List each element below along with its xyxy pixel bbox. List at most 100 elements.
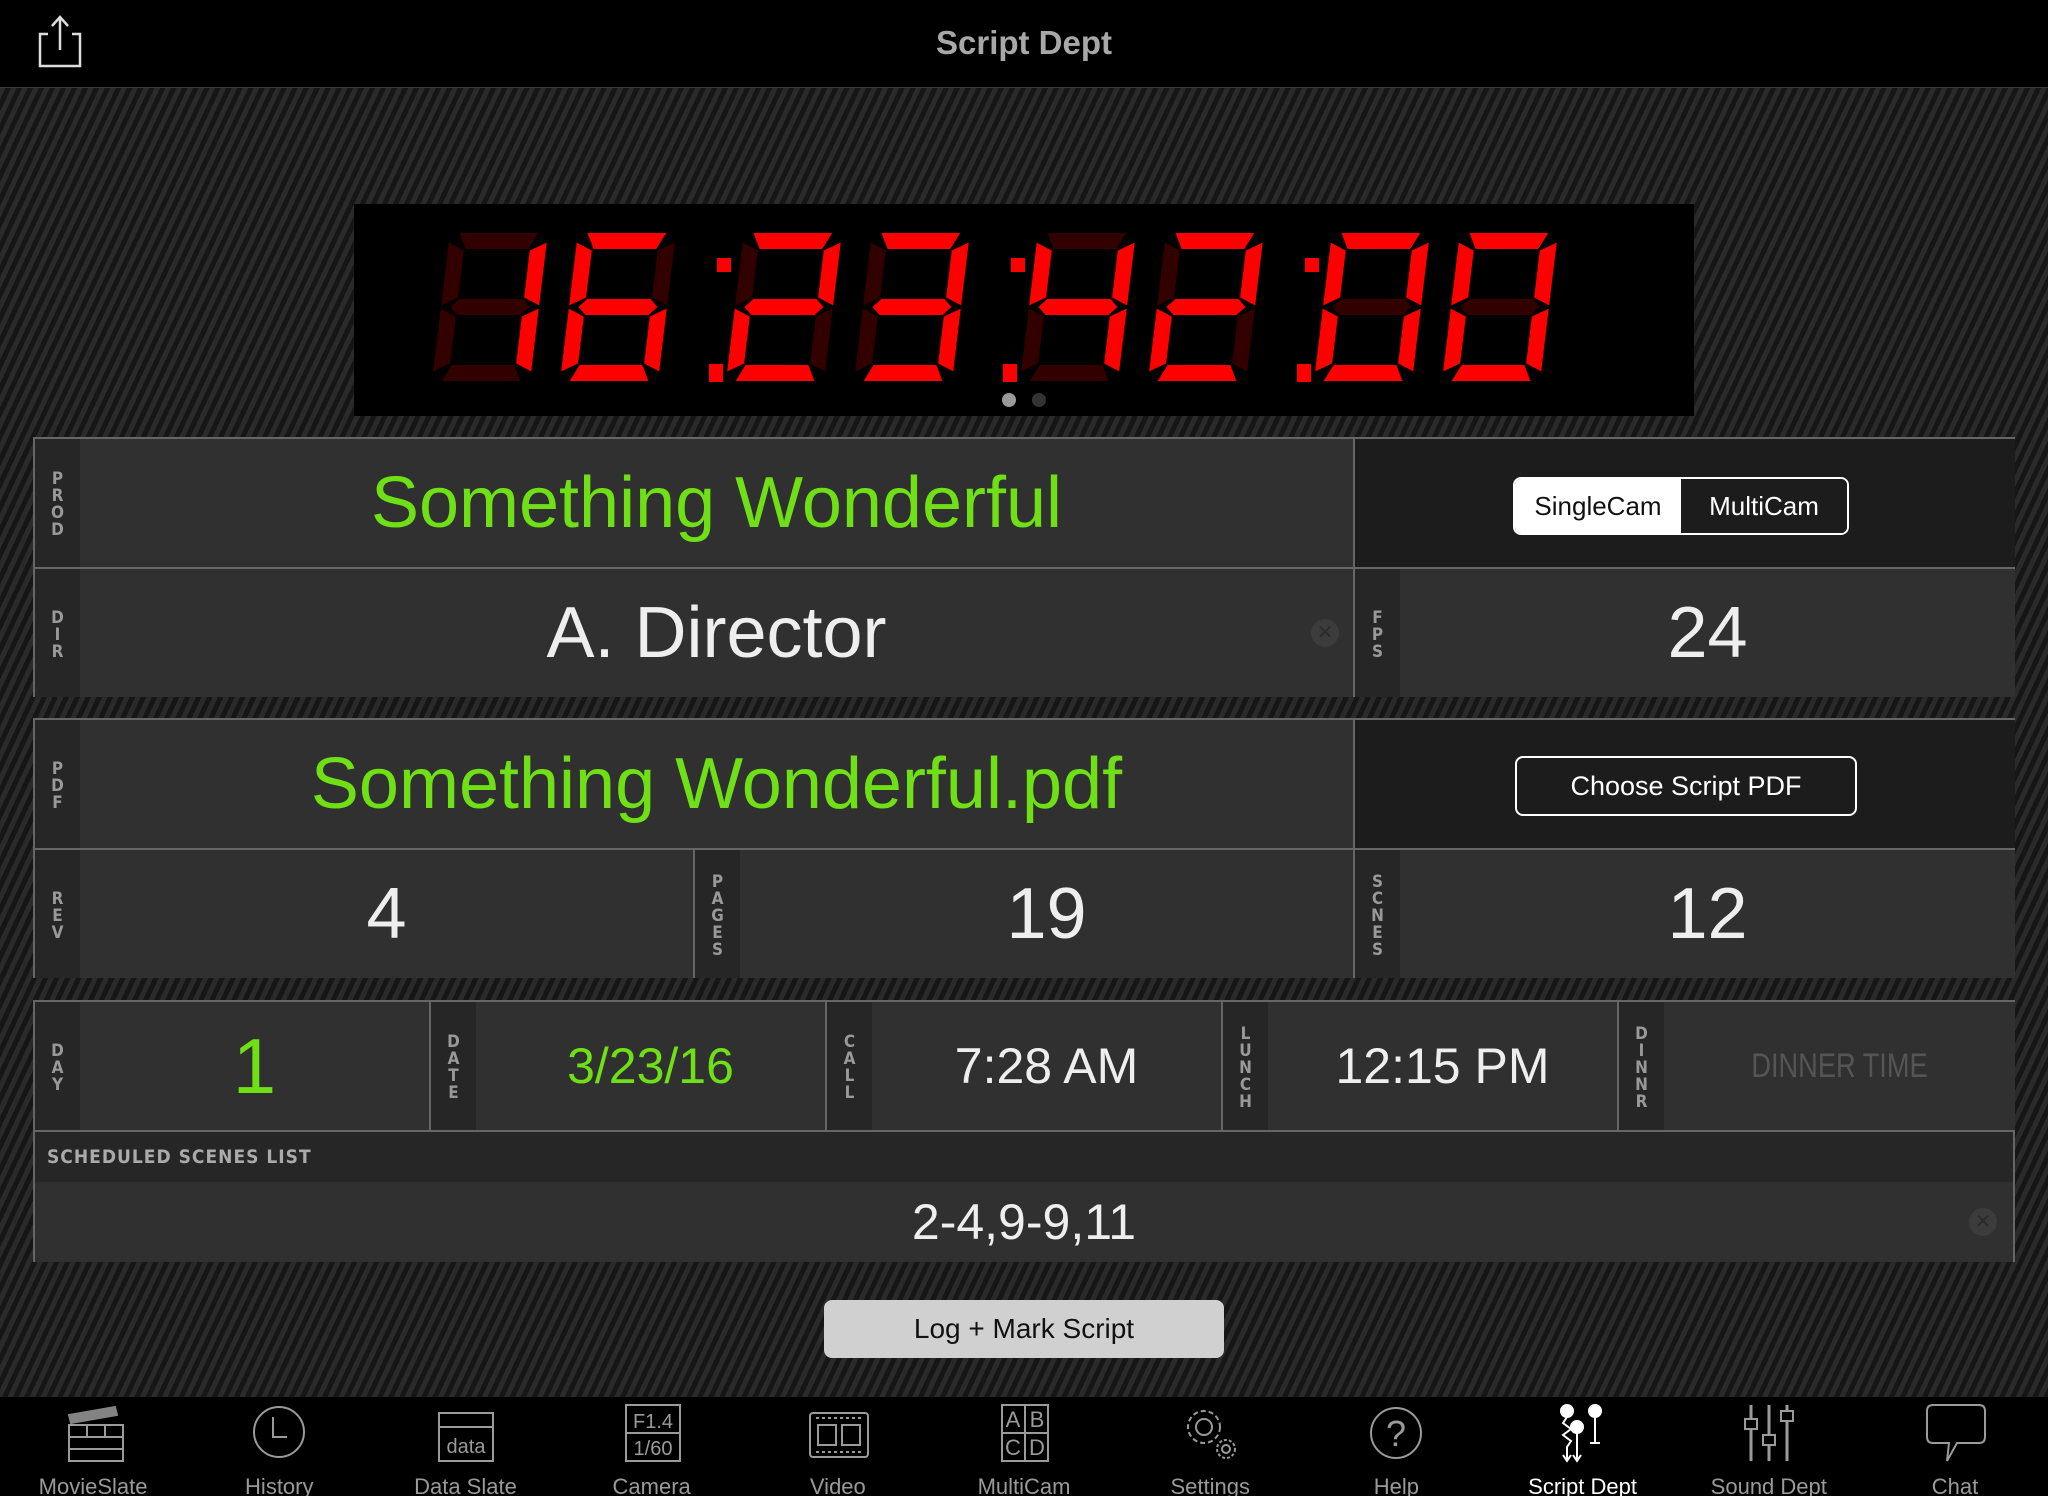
- day-field[interactable]: DAY 1: [35, 1002, 431, 1132]
- segment-d: [1320, 363, 1406, 383]
- tab-label: History: [245, 1474, 314, 1496]
- segment-g: [869, 297, 955, 317]
- segment-d: [1448, 363, 1534, 383]
- svg-text:data: data: [447, 1436, 487, 1458]
- fps-value[interactable]: 24: [1400, 569, 2015, 697]
- call-field[interactable]: CALL 7:28 AM: [827, 1002, 1223, 1132]
- clear-icon[interactable]: ✕: [1311, 619, 1339, 647]
- svg-text:A: A: [1006, 1407, 1021, 1432]
- clapperboard-icon: [67, 1405, 125, 1462]
- pages-label: PAGES: [695, 850, 740, 978]
- segment-d: [1026, 363, 1112, 383]
- scheduled-scenes-input[interactable]: 2-4,9-9,11: [35, 1182, 2013, 1262]
- timecode-display[interactable]: [354, 204, 1694, 416]
- page-dot[interactable]: [1002, 393, 1016, 407]
- date-label: DATE: [431, 1002, 476, 1130]
- dir-field[interactable]: DIR A. Director ✕: [35, 569, 1355, 697]
- pdf-field: PDF Something Wonderful.pdf: [35, 720, 1355, 850]
- segment-d: [860, 363, 946, 383]
- tab-label: MultiCam: [977, 1474, 1071, 1496]
- tab-history[interactable]: History: [186, 1397, 372, 1496]
- segment-g: [1329, 297, 1415, 317]
- script-block: PDF Something Wonderful.pdf Choose Scrip…: [33, 718, 2015, 978]
- segment-a: [750, 231, 836, 251]
- clear-icon[interactable]: ✕: [1969, 1208, 1997, 1236]
- tab-settings[interactable]: Settings: [1117, 1397, 1303, 1496]
- svg-text:F1.4: F1.4: [633, 1411, 673, 1433]
- segment-d: [438, 363, 524, 383]
- prod-value[interactable]: Something Wonderful: [80, 439, 1353, 567]
- scenes-value[interactable]: 12: [1400, 850, 2015, 978]
- tab-sound-dept[interactable]: Sound Dept: [1676, 1397, 1862, 1496]
- svg-text:1/60: 1/60: [633, 1438, 672, 1460]
- tab-movieslate[interactable]: MovieSlate: [0, 1397, 186, 1496]
- segment-a: [1338, 231, 1424, 251]
- pages-value[interactable]: 19: [740, 850, 1353, 978]
- scheduled-scenes-label: SCHEDULED SCENES LIST: [35, 1132, 2013, 1182]
- timecode-digits: [430, 231, 1560, 383]
- page-dot[interactable]: [1032, 393, 1046, 407]
- timecode-digit: [852, 231, 972, 383]
- segment-g: [575, 297, 661, 317]
- log-mark-script-button[interactable]: Log + Mark Script: [824, 1300, 1224, 1358]
- tab-chat[interactable]: Chat: [1862, 1397, 2048, 1496]
- singlecam-segment[interactable]: SingleCam: [1515, 479, 1681, 533]
- timecode-digit: [558, 231, 678, 383]
- rev-field[interactable]: REV 4: [35, 850, 695, 978]
- tab-video[interactable]: Video: [745, 1397, 931, 1496]
- timecode-digit: [1440, 231, 1560, 383]
- colon-dot: [1003, 364, 1017, 382]
- tab-help[interactable]: ? Help: [1303, 1397, 1489, 1496]
- camera-mode-cell: SingleCam MultiCam: [1355, 439, 2015, 569]
- lunch-label: LUNCH: [1223, 1002, 1268, 1130]
- prod-field[interactable]: PROD Something Wonderful: [35, 439, 1355, 569]
- dinner-field[interactable]: DINNR DINNER TIME: [1619, 1002, 2015, 1132]
- gears-icon: [1187, 1410, 1237, 1459]
- tab-camera[interactable]: F1.4 1/60 Camera: [559, 1397, 745, 1496]
- segment-a: [456, 231, 542, 251]
- segment-g: [447, 297, 533, 317]
- schedule-block: DAY 1 DATE 3/23/16 CALL 7:28 AM LUNCH 12…: [33, 1000, 2015, 1262]
- timecode-digit: [1312, 231, 1432, 383]
- call-value[interactable]: 7:28 AM: [872, 1002, 1221, 1130]
- segment-a: [1044, 231, 1130, 251]
- clock-icon: [253, 1406, 306, 1458]
- colon-dot: [717, 258, 731, 272]
- lunch-field[interactable]: LUNCH 12:15 PM: [1223, 1002, 1619, 1132]
- multicam-grid-icon: A BC D: [1001, 1404, 1050, 1462]
- tab-script-dept[interactable]: Script Dept: [1490, 1397, 1676, 1496]
- dinner-label: DINNR: [1619, 1002, 1664, 1130]
- camera-settings-icon: F1.4 1/60: [624, 1404, 681, 1462]
- date-field[interactable]: DATE 3/23/16: [431, 1002, 827, 1132]
- film-icon: [808, 1412, 869, 1458]
- rev-value[interactable]: 4: [80, 850, 693, 978]
- camera-mode-segmented[interactable]: SingleCam MultiCam: [1513, 477, 1849, 535]
- day-value[interactable]: 1: [80, 1002, 429, 1130]
- svg-text:C: C: [1005, 1435, 1021, 1460]
- segment-d: [566, 363, 652, 383]
- fps-field[interactable]: FPS 24: [1355, 569, 2015, 697]
- multicam-segment[interactable]: MultiCam: [1681, 479, 1847, 533]
- dinner-placeholder[interactable]: DINNER TIME: [1699, 1002, 1980, 1130]
- segment-g: [1035, 297, 1121, 317]
- tab-label: Settings: [1170, 1474, 1250, 1496]
- choose-pdf-cell: Choose Script PDF: [1355, 720, 2015, 850]
- dir-value[interactable]: A. Director: [80, 569, 1353, 697]
- page-indicator[interactable]: [354, 393, 1694, 412]
- script-pins-icon: [1559, 1404, 1602, 1463]
- tab-label: Sound Dept: [1710, 1474, 1827, 1496]
- timecode-digit: [1146, 231, 1266, 383]
- tab-label: Chat: [1931, 1474, 1979, 1496]
- pdf-value: Something Wonderful.pdf: [310, 744, 1123, 824]
- lunch-value[interactable]: 12:15 PM: [1268, 1002, 1617, 1130]
- tab-data-slate[interactable]: data Data Slate: [372, 1397, 558, 1496]
- fps-label: FPS: [1355, 569, 1400, 697]
- segment-g: [741, 297, 827, 317]
- date-value[interactable]: 3/23/16: [476, 1002, 825, 1130]
- scenes-field[interactable]: SCNES 12: [1355, 850, 2015, 978]
- tab-multicam[interactable]: ABCD MultiCam: [931, 1397, 1117, 1496]
- choose-script-pdf-button[interactable]: Choose Script PDF: [1515, 756, 1857, 816]
- colon-dot: [1305, 258, 1319, 272]
- tab-label: Script Dept: [1528, 1474, 1637, 1496]
- pages-field[interactable]: PAGES 19: [695, 850, 1355, 978]
